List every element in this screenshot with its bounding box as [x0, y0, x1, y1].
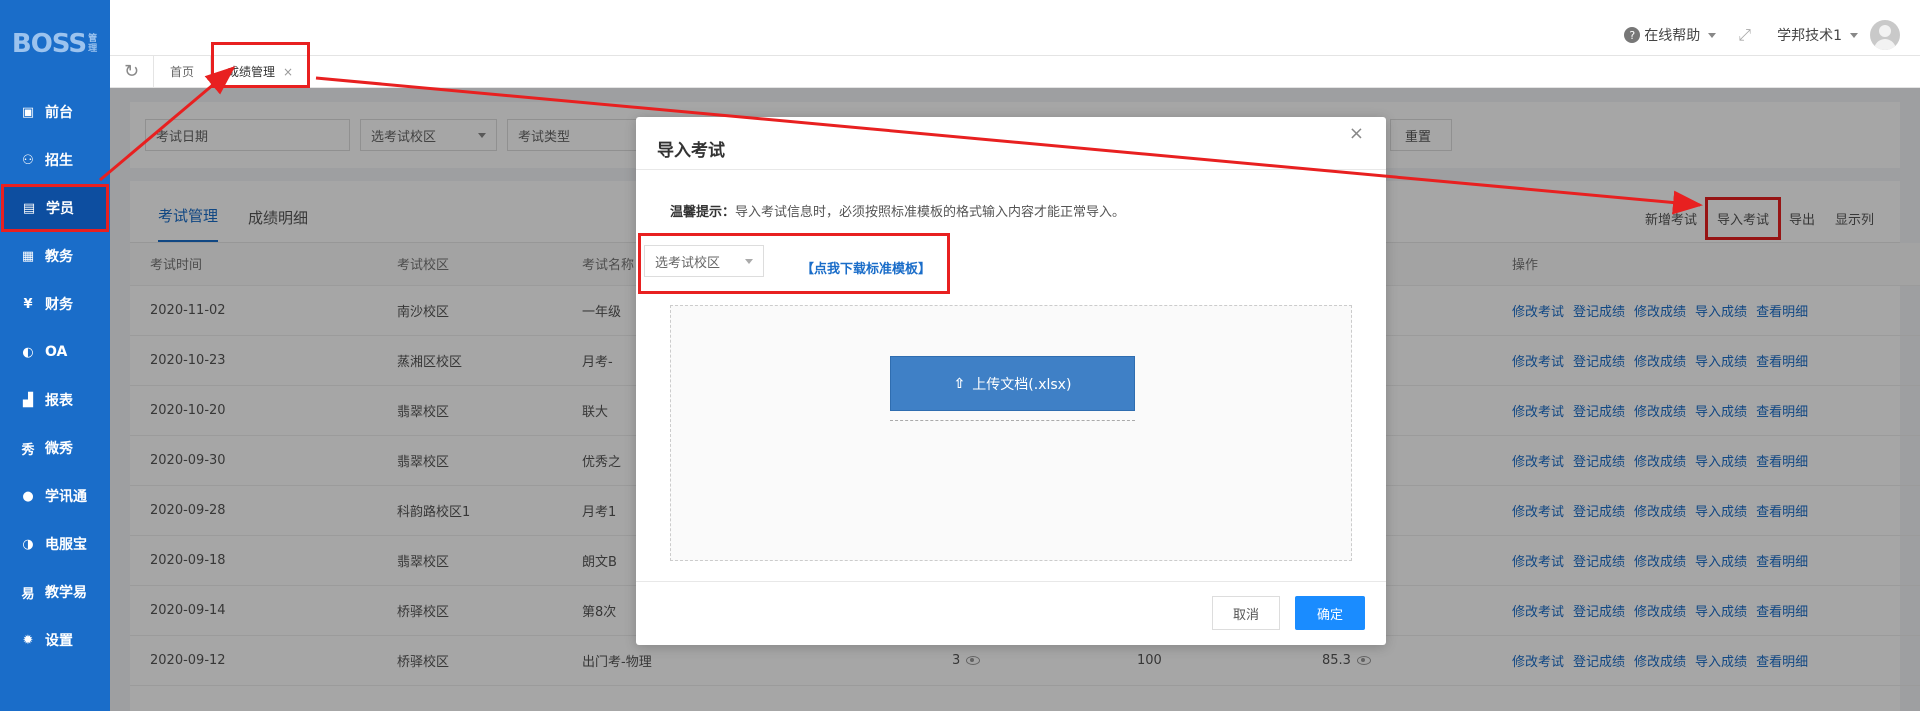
chevron-down-icon[interactable]	[1850, 32, 1858, 38]
confirm-button[interactable]: 确定	[1295, 596, 1365, 630]
close-icon[interactable]: ×	[283, 65, 293, 79]
help-menu[interactable]: ? 在线帮助	[1624, 25, 1717, 45]
sidebar-item-oa[interactable]: ◐ OA	[0, 328, 110, 376]
sidebar-item-enroll[interactable]: ⚇ 招生	[0, 136, 110, 184]
close-icon[interactable]: ×	[1349, 123, 1364, 144]
calendar-icon: ▣	[21, 104, 35, 120]
cancel-button[interactable]: 取消	[1212, 596, 1280, 630]
bar-chart-icon: ▟	[23, 392, 33, 408]
dialog-title: 导入考试	[636, 117, 1386, 170]
sidebar-item-reports[interactable]: ▟ 报表	[0, 376, 110, 424]
sidebar-item-finance[interactable]: ¥ 财务	[0, 280, 110, 328]
tab-home[interactable]: 首页	[154, 55, 212, 88]
fullscreen-icon[interactable]: ⤢	[1738, 25, 1751, 45]
upload-button[interactable]: ⇧ 上传文档(.xlsx)	[890, 356, 1135, 411]
yen-icon: ¥	[23, 296, 33, 312]
chevron-down-icon	[1708, 32, 1717, 38]
sidebar-item-dianfubao[interactable]: ◑ 电服宝	[0, 520, 110, 568]
sidebar-item-academic[interactable]: ▦ 教务	[0, 232, 110, 280]
weixiu-icon: 秀	[21, 442, 35, 458]
logo: BOSS 管理	[11, 29, 97, 59]
oa-icon: ◐	[22, 344, 34, 360]
sidebar-item-jiaoxueyi[interactable]: 易教学易	[0, 568, 110, 616]
top-header: ? 在线帮助 ⤢ 学邦技术1	[110, 0, 1920, 56]
teach-icon: 易	[21, 586, 35, 602]
student-card-icon: ▤	[22, 200, 36, 216]
chevron-down-icon	[745, 259, 753, 264]
message-icon: ●	[22, 488, 34, 504]
sidebar-item-settings[interactable]: ✹ 设置	[0, 616, 110, 664]
dialog-footer: 取消 确定	[636, 581, 1386, 645]
upload-drop-area[interactable]: ⇧ 上传文档(.xlsx)	[670, 305, 1352, 561]
dialog-campus-select[interactable]: 选考试校区	[644, 245, 764, 277]
sidebar-item-xuexuntong[interactable]: ● 学讯通	[0, 472, 110, 520]
sidebar-item-frontdesk[interactable]: ▣ 前台	[0, 88, 110, 136]
phone-icon: ◑	[22, 536, 34, 552]
refresh-icon[interactable]: ↻	[110, 55, 154, 88]
download-template-link[interactable]: 【点我下载标准模板】	[801, 258, 931, 277]
divider	[890, 420, 1135, 421]
sidebar-item-students[interactable]: ▤ 学员	[1, 184, 109, 232]
book-icon: ▦	[21, 248, 35, 264]
tab-score-management[interactable]: 成绩管理 ×	[211, 41, 311, 88]
user-add-icon: ⚇	[22, 152, 34, 168]
avatar[interactable]	[1870, 20, 1900, 50]
tab-bar: ↻ 首页 成绩管理 ×	[110, 41, 1920, 88]
sidebar: BOSS 管理 ▣ 前台 ⚇ 招生 ▤ 学员 ▦ 教务 ¥ 财务 ◐ OA ▟ 报表 秀微秀 ●…	[0, 0, 110, 711]
gear-icon: ✹	[22, 632, 34, 648]
dialog-tip: 温馨提示：导入考试信息时，必须按照标准模板的格式输入内容才能正常导入。	[670, 205, 1126, 220]
sidebar-item-weixiu[interactable]: 秀微秀	[0, 424, 110, 472]
upload-icon: ⇧	[953, 375, 966, 392]
import-exam-dialog: 导入考试 × 温馨提示：导入考试信息时，必须按照标准模板的格式输入内容才能正常导…	[636, 117, 1386, 645]
user-menu[interactable]: 学邦技术1	[1777, 25, 1842, 45]
help-icon: ?	[1624, 27, 1641, 43]
